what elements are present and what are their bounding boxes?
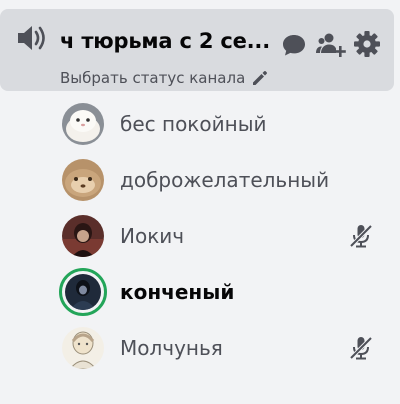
speaker-icon <box>15 22 49 54</box>
dark-red-character-avatar <box>62 215 104 257</box>
chat-bubble-icon[interactable] <box>281 33 307 57</box>
channel-status-prompt: Выбрать статус канала <box>60 69 246 87</box>
white-cat-avatar <box>62 103 104 145</box>
pencil-icon <box>251 69 269 87</box>
voice-channel-panel: ч тюрьма с 2 се... Выбрать статус канала… <box>0 0 400 404</box>
voice-user-row[interactable]: доброжелательный <box>62 157 392 201</box>
voice-channel-header[interactable]: ч тюрьма с 2 се... Выбрать статус канала <box>0 9 394 91</box>
microphone-muted-icon <box>348 223 374 249</box>
gear-icon[interactable] <box>353 30 381 58</box>
microphone-muted-icon <box>348 335 374 361</box>
voice-user-row[interactable]: конченый <box>59 268 392 316</box>
voice-user-name: бес покойный <box>120 112 267 136</box>
invite-people-icon[interactable] <box>316 32 346 58</box>
channel-status-button[interactable]: Выбрать статус канала <box>60 67 269 89</box>
voice-user-row[interactable]: Иокич <box>62 213 392 257</box>
voice-user-row[interactable]: Молчунья <box>62 325 392 369</box>
voice-user-name: доброжелательный <box>120 168 330 192</box>
brown-animal-avatar <box>62 159 104 201</box>
voice-user-name: Иокич <box>120 224 185 248</box>
voice-user-row[interactable]: бес покойный <box>62 101 392 145</box>
voice-user-name: конченый <box>120 280 235 304</box>
channel-name[interactable]: ч тюрьма с 2 се... <box>60 29 270 53</box>
dark-figure-avatar <box>65 274 101 310</box>
sketch-drawing-avatar <box>62 327 104 369</box>
voice-user-name: Молчунья <box>120 336 223 360</box>
